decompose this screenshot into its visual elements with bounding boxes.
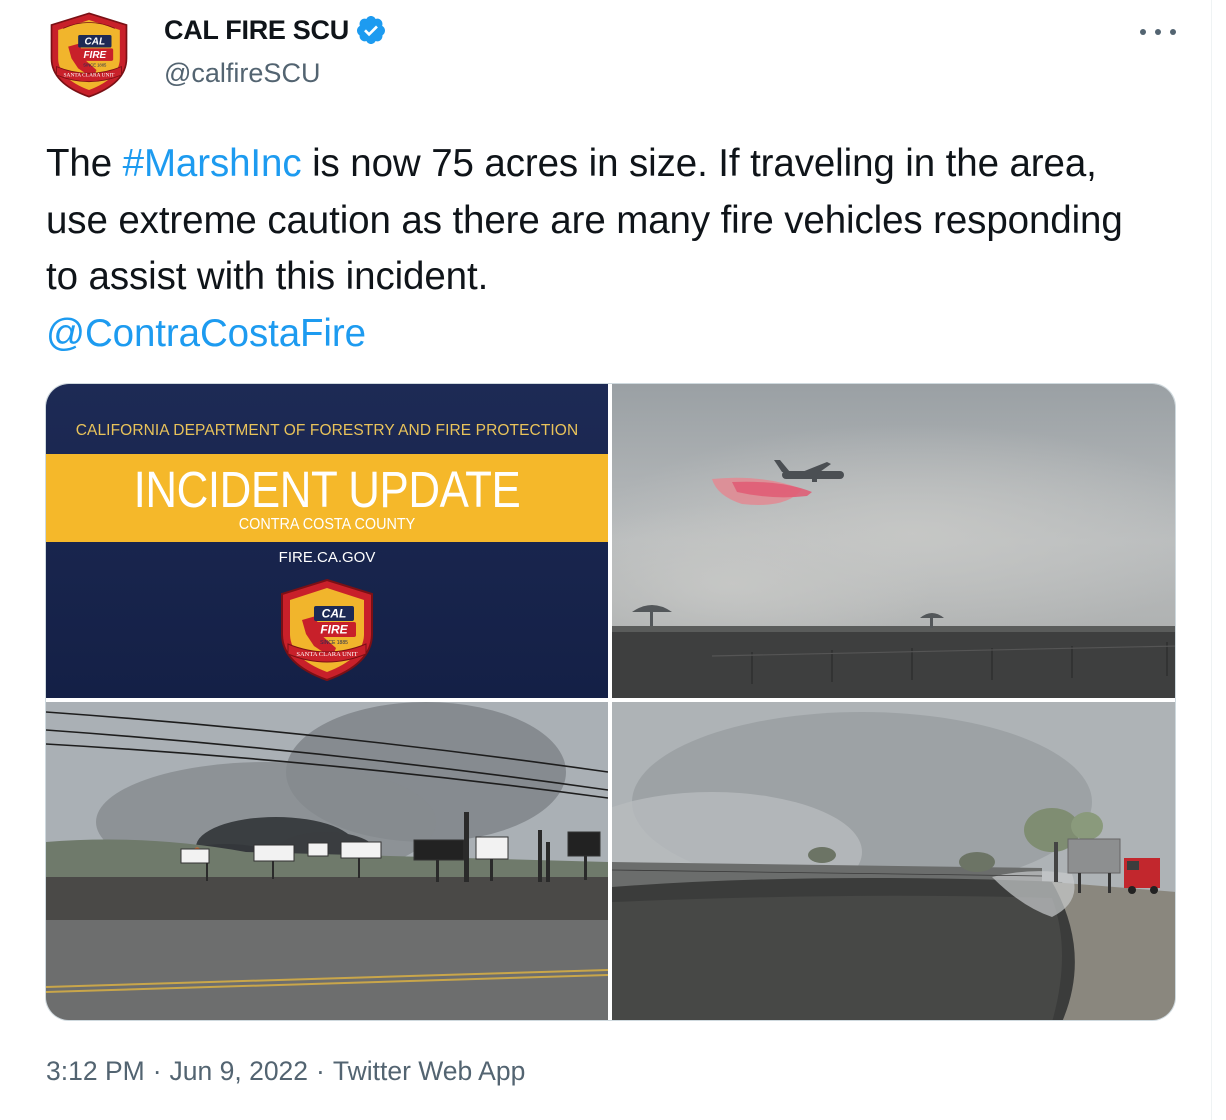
separator: · (152, 1056, 162, 1086)
author-name-row[interactable]: CAL FIRE SCU (164, 14, 387, 46)
svg-text:FIRE: FIRE (320, 623, 348, 637)
tweet-source[interactable]: Twitter Web App (333, 1056, 525, 1087)
more-dot (1170, 29, 1176, 35)
svg-text:CAL: CAL (85, 37, 106, 48)
graphic-headline: INCIDENT UPDATE (133, 461, 521, 518)
mention-link[interactable]: @ContraCostaFire (46, 312, 366, 355)
burned-field-fire-engine-photo[interactable] (612, 702, 1175, 1020)
graphic-website: FIRE.CA.GOV (278, 549, 376, 566)
svg-text:CAL: CAL (322, 607, 347, 621)
svg-text:SANTA CLARA UNIT: SANTA CLARA UNIT (296, 651, 357, 658)
photo-scene (612, 702, 1175, 1020)
separator: · (316, 1056, 325, 1086)
tweet-text: The #MarshInc is now 75 acres in size. I… (46, 136, 1156, 362)
roadside-fire-billboards-photo[interactable] (46, 702, 608, 1020)
avatar[interactable]: CAL FIRE SINCE 1885 SANTA CLARA UNIT (44, 10, 134, 100)
more-dot (1155, 29, 1161, 35)
tweet-text-part: The (46, 142, 123, 185)
display-name[interactable]: CAL FIRE SCU (164, 15, 349, 46)
svg-text:FIRE: FIRE (83, 50, 106, 61)
svg-text:SINCE 1885: SINCE 1885 (83, 63, 107, 68)
photo-scene (46, 702, 608, 1020)
tweet-time[interactable]: 3:12 PM (46, 1056, 145, 1087)
air-tanker-retardant-drop-photo[interactable] (612, 384, 1175, 698)
incident-update-graphic[interactable]: CALIFORNIA DEPARTMENT OF FORESTRY AND FI… (46, 384, 608, 698)
more-dot (1140, 29, 1146, 35)
cal-fire-badge-icon: CAL FIRE SINCE 1885 SANTA CLARA UNIT (281, 578, 373, 682)
verified-badge-icon (356, 16, 385, 44)
author-handle[interactable]: @calfireSCU (164, 58, 320, 89)
more-options-icon[interactable] (1140, 20, 1176, 44)
svg-text:SANTA CLARA UNIT: SANTA CLARA UNIT (64, 73, 116, 79)
hashtag-link[interactable]: #MarshInc (123, 142, 302, 185)
cal-fire-badge-icon: CAL FIRE SINCE 1885 SANTA CLARA UNIT (50, 12, 128, 98)
svg-text:SINCE 1885: SINCE 1885 (320, 640, 348, 646)
graphic-county: CONTRA COSTA COUNTY (238, 516, 416, 533)
tweet: CAL FIRE SINCE 1885 SANTA CLARA UNIT CAL… (0, 0, 1212, 1120)
tweet-date[interactable]: Jun 9, 2022 (170, 1056, 309, 1087)
graphic-department: CALIFORNIA DEPARTMENT OF FORESTRY AND FI… (75, 422, 579, 439)
media-grid: CALIFORNIA DEPARTMENT OF FORESTRY AND FI… (45, 383, 1176, 1021)
tweet-metadata: 3:12 PM · Jun 9, 2022 · Twitter Web App (46, 1056, 525, 1087)
photo-scene (612, 384, 1175, 698)
